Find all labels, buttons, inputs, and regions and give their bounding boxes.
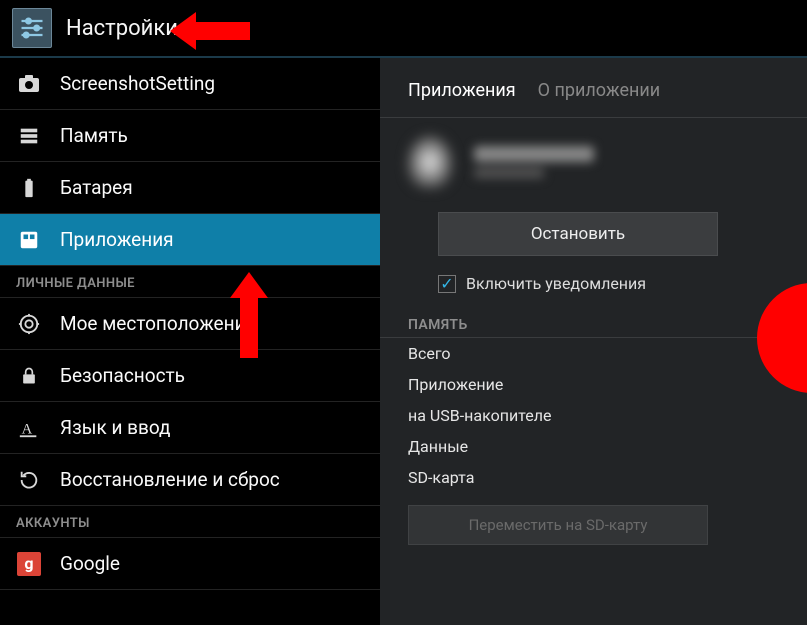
- camera-icon: [16, 71, 42, 97]
- sidebar-item-label: Батарея: [60, 176, 133, 199]
- sidebar-item-label: ScreenshotSetting: [60, 72, 215, 95]
- apps-icon: [16, 227, 42, 253]
- section-header-accounts: АККАУНТЫ: [0, 506, 380, 538]
- sidebar-item-label: Память: [60, 124, 128, 147]
- location-icon: [16, 311, 42, 337]
- app-name-blurred: [474, 146, 594, 178]
- storage-sd-row: SD-карта: [380, 462, 807, 493]
- google-icon: g: [16, 551, 42, 577]
- sidebar-item-label: Язык и ввод: [60, 416, 171, 439]
- battery-icon: [16, 175, 42, 201]
- sidebar-item-backup-reset[interactable]: Восстановление и сброс: [0, 454, 380, 506]
- checkbox-icon: ✓: [438, 275, 456, 293]
- annotation-arrow-header: [170, 12, 250, 50]
- sidebar-item-storage[interactable]: Память: [0, 110, 380, 162]
- sidebar-item-location[interactable]: Мое местоположение: [0, 298, 380, 350]
- refresh-icon: [16, 467, 42, 493]
- sidebar-item-apps[interactable]: Приложения: [0, 214, 380, 266]
- annotation-arrow-sidebar: [230, 272, 268, 358]
- sidebar-item-google[interactable]: g Google: [0, 538, 380, 590]
- sidebar-item-screenshot[interactable]: ScreenshotSetting: [0, 58, 380, 110]
- app-avatar-icon: [408, 136, 452, 188]
- language-icon: A: [16, 415, 42, 441]
- sidebar-item-battery[interactable]: Батарея: [0, 162, 380, 214]
- content-pane: Приложения О приложении Остановить ✓ Вкл…: [380, 58, 807, 625]
- sidebar-item-label: Мое местоположение: [60, 312, 256, 335]
- storage-usb-row: на USB-накопителе: [380, 400, 807, 431]
- notifications-checkbox-row[interactable]: ✓ Включить уведомления: [380, 266, 807, 311]
- sidebar-item-label: Безопасность: [60, 364, 185, 387]
- section-header-personal: ЛИЧНЫЕ ДАННЫЕ: [0, 266, 380, 298]
- storage-app-row: Приложение: [380, 369, 807, 400]
- stop-button[interactable]: Остановить: [438, 212, 718, 256]
- lock-icon: [16, 363, 42, 389]
- settings-app-icon: [12, 8, 52, 48]
- page-title: Настройки: [66, 16, 178, 41]
- sidebar-item-label: Приложения: [60, 228, 174, 251]
- storage-section-header: ПАМЯТЬ: [380, 311, 807, 338]
- sidebar-item-label: Восстановление и сброс: [60, 468, 280, 491]
- content-tabs: Приложения О приложении: [380, 58, 807, 118]
- svg-text:A: A: [22, 421, 33, 437]
- move-to-sd-button: Переместить на SD-карту: [408, 505, 708, 545]
- sidebar-item-label: Google: [60, 552, 120, 575]
- sidebar-item-language[interactable]: A Язык и ввод: [0, 402, 380, 454]
- storage-data-row: Данные: [380, 431, 807, 462]
- tab-about-app[interactable]: О приложении: [538, 80, 661, 107]
- app-info-row: [380, 118, 807, 194]
- settings-sidebar: ScreenshotSetting Память Батарея Приложе…: [0, 58, 380, 625]
- app-header: Настройки: [0, 0, 807, 58]
- storage-icon: [16, 123, 42, 149]
- storage-total-row: Всего: [380, 338, 807, 369]
- tab-apps[interactable]: Приложения: [408, 80, 516, 107]
- checkbox-label: Включить уведомления: [466, 274, 646, 293]
- sidebar-item-security[interactable]: Безопасность: [0, 350, 380, 402]
